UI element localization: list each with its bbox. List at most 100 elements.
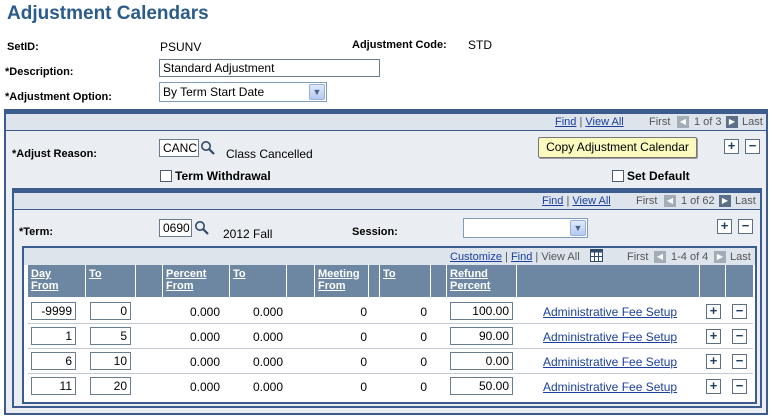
prev-icon[interactable]: ◀ — [677, 116, 689, 128]
prev-icon[interactable]: ◀ — [664, 195, 676, 207]
col-percent-to[interactable]: To — [230, 265, 286, 297]
percent-from-value: 0.000 — [189, 355, 220, 369]
chevron-down-icon[interactable]: ▼ — [570, 220, 586, 236]
find-link[interactable]: Find — [542, 195, 563, 207]
add-row-button[interactable]: + — [724, 139, 739, 154]
term-description: 2012 Fall — [223, 227, 273, 241]
administrative-fee-setup-link[interactable]: Administrative Fee Setup — [543, 305, 677, 319]
col-meeting-from[interactable]: Meeting From — [315, 265, 368, 297]
delete-row-button[interactable]: − — [732, 329, 747, 344]
day-from-input[interactable]: 11 — [31, 377, 76, 395]
percent-to-value: 0.000 — [252, 305, 283, 319]
term-withdrawal-label: Term Withdrawal — [175, 169, 271, 183]
percent-to-value: 0.000 — [252, 330, 283, 344]
find-link[interactable]: Find — [511, 251, 532, 263]
col-meeting-to[interactable]: To — [380, 265, 430, 297]
search-icon[interactable] — [194, 220, 210, 236]
last-label: Last — [730, 251, 751, 263]
add-row-button[interactable]: + — [706, 354, 721, 369]
percent-to-value: 0.000 — [252, 355, 283, 369]
refund-percent-input[interactable]: 90.00 — [450, 327, 513, 345]
delete-row-button[interactable]: − — [732, 379, 747, 394]
meeting-to-value: 0 — [420, 330, 427, 344]
percent-from-value: 0.000 — [189, 330, 220, 344]
add-row-button[interactable]: + — [706, 304, 721, 319]
view-all-link[interactable]: View All — [585, 116, 623, 128]
adjust-reason-input[interactable]: CANC — [159, 139, 199, 157]
setid-label: SetID: — [7, 41, 39, 53]
col-blank — [431, 265, 446, 297]
administrative-fee-setup-link[interactable]: Administrative Fee Setup — [543, 330, 677, 344]
view-all-link[interactable]: View All — [572, 195, 610, 207]
add-row-button[interactable]: + — [706, 379, 721, 394]
adjustment-code-label: Adjustment Code: — [352, 39, 447, 51]
col-refund-percent[interactable]: Refund Percent — [447, 265, 516, 297]
col-day-from[interactable]: Day From — [28, 265, 85, 297]
day-from-input[interactable]: -9999 — [31, 302, 76, 320]
col-blank — [700, 265, 725, 297]
add-term-button[interactable]: + — [717, 219, 732, 234]
nav-separator: | — [535, 251, 539, 263]
meeting-from-value: 0 — [360, 380, 367, 394]
meeting-from-value: 0 — [360, 355, 367, 369]
spreadsheet-icon[interactable] — [590, 249, 603, 262]
col-to[interactable]: To — [86, 265, 135, 297]
term-withdrawal-checkbox[interactable] — [160, 170, 172, 182]
day-to-input[interactable]: 0 — [90, 302, 131, 320]
page-title: Adjustment Calendars — [7, 3, 209, 24]
col-blank — [369, 265, 379, 297]
add-row-button[interactable]: + — [706, 329, 721, 344]
customize-link[interactable]: Customize — [450, 251, 502, 263]
row-range: 1-4 of 4 — [671, 251, 709, 263]
administrative-fee-setup-link[interactable]: Administrative Fee Setup — [543, 380, 677, 394]
delete-row-button[interactable]: − — [732, 304, 747, 319]
col-percent-from[interactable]: Percent From — [163, 265, 229, 297]
grid-nav: Customize | Find | View All First ◀ 1-4 … — [24, 248, 755, 265]
day-to-input[interactable]: 5 — [90, 327, 131, 345]
prev-icon[interactable]: ◀ — [654, 251, 666, 263]
day-to-input[interactable]: 10 — [90, 352, 131, 370]
meeting-from-value: 0 — [360, 305, 367, 319]
find-link[interactable]: Find — [555, 116, 576, 128]
day-from-input[interactable]: 6 — [31, 352, 76, 370]
day-from-input[interactable]: 1 — [31, 327, 76, 345]
term-nav: Find | View All First ◀ 1 of 62 ▶ Last — [14, 193, 760, 209]
adjustment-option-value: By Term Start Date — [163, 85, 265, 99]
view-all-link[interactable]: View All — [541, 251, 579, 263]
refund-percent-input[interactable]: 50.00 — [450, 377, 513, 395]
delete-row-button[interactable]: − — [732, 354, 747, 369]
next-icon[interactable]: ▶ — [726, 116, 738, 128]
adjust-reason-label: *Adjust Reason: — [12, 148, 97, 160]
administrative-fee-setup-link[interactable]: Administrative Fee Setup — [543, 355, 677, 369]
adjustment-option-select[interactable]: By Term Start Date ▼ — [159, 82, 327, 102]
nav-separator: | — [566, 195, 570, 207]
refund-percent-input[interactable]: 0.00 — [450, 352, 513, 370]
setid-value: PSUNV — [160, 40, 202, 54]
percent-from-value: 0.000 — [189, 380, 220, 394]
row-divider — [28, 323, 753, 324]
next-icon[interactable]: ▶ — [719, 195, 731, 207]
first-label: First — [649, 116, 671, 128]
percent-from-value: 0.000 — [189, 305, 220, 319]
refund-percent-input[interactable]: 100.00 — [450, 302, 513, 320]
delete-term-button[interactable]: − — [738, 219, 753, 234]
chevron-down-icon[interactable]: ▼ — [309, 84, 325, 100]
session-select[interactable]: ▼ — [463, 218, 588, 238]
delete-row-button[interactable]: − — [745, 139, 760, 154]
next-icon[interactable]: ▶ — [714, 251, 726, 263]
set-default-label: Set Default — [627, 169, 690, 183]
row-range: 1 of 3 — [694, 116, 722, 128]
session-label: Session: — [352, 226, 398, 238]
last-label: Last — [742, 116, 763, 128]
term-input[interactable]: 0690 — [159, 219, 192, 237]
meeting-to-value: 0 — [420, 305, 427, 319]
last-label: Last — [735, 195, 756, 207]
set-default-checkbox[interactable] — [612, 170, 624, 182]
search-icon[interactable] — [200, 140, 216, 156]
adjustment-option-label: *Adjustment Option: — [5, 91, 112, 103]
col-blank — [136, 265, 162, 297]
day-to-input[interactable]: 20 — [90, 377, 131, 395]
description-input[interactable]: Standard Adjustment — [159, 59, 380, 77]
nav-separator: | — [579, 116, 583, 128]
copy-adjustment-calendar-button[interactable]: Copy Adjustment Calendar — [538, 137, 697, 158]
